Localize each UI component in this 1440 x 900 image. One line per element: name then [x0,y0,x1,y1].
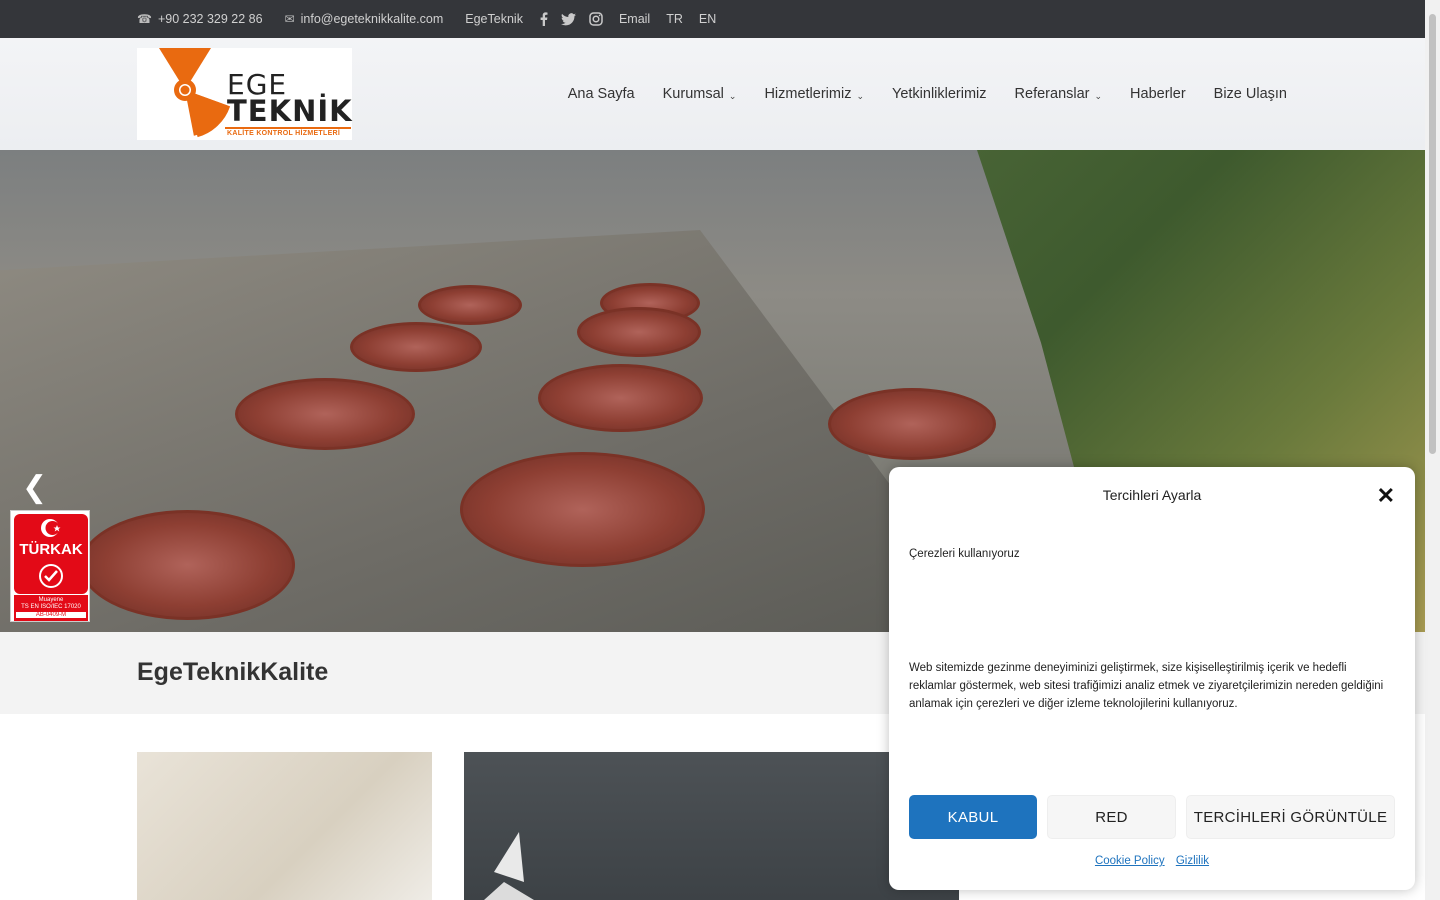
nav-bize-ulasin[interactable]: Bize Ulaşın [1214,86,1287,102]
hero-tank [538,364,703,432]
radiation-logo-icon [159,48,231,138]
crescent-star-icon [41,519,61,537]
cookie-policy-link[interactable]: Cookie Policy [1095,855,1165,867]
phone-icon: ☎ [137,12,152,26]
hero-tank [460,452,705,567]
nav-yetkinliklerimiz[interactable]: Yetkinliklerimiz [892,86,987,102]
scrollbar-thumb[interactable] [1429,14,1436,454]
turkak-code: AB-0409-M [16,612,86,618]
company-wall-logo-image [464,752,959,900]
nav-hizmetlerimiz[interactable]: Hizmetlerimiz ⌄ [764,86,864,102]
email-link[interactable]: Email [619,12,650,26]
wall-logo-icon [484,832,534,900]
nav-label: Kurumsal [662,86,724,102]
nav-label: Yetkinliklerimiz [891,86,987,102]
nav-kurumsal[interactable]: Kurumsal ⌄ [663,86,737,102]
email-contact[interactable]: ✉ info@egeteknikkalite.com [285,12,444,26]
hero-tank [828,388,996,460]
privacy-link[interactable]: Gizlilik [1176,855,1209,867]
chevron-down-icon: ⌄ [1094,90,1103,101]
nav-haberler[interactable]: Haberler [1130,86,1186,102]
office-interior-image [137,752,432,900]
turkak-accreditation-badge[interactable]: TÜRKAK Muayene TS EN ISO/IEC 17020 AB-04… [10,510,90,622]
chevron-left-icon[interactable]: ❮ [22,470,47,505]
logo-divider [225,127,351,129]
language-en[interactable]: EN [699,12,716,26]
hero-tank [80,510,295,620]
top-bar: ☎ +90 232 329 22 86 ✉ info@egeteknikkali… [0,0,1425,38]
turkak-line2: TS EN ISO/IEC 17020 [21,604,81,610]
nav-label: Hizmetlerimiz [764,86,852,102]
nav-label: Ana Sayfa [567,86,635,102]
view-preferences-button[interactable]: TERCİHLERİ GÖRÜNTÜLE [1186,795,1395,839]
logo-tagline: KALİTE KONTROL HİZMETLERİ [227,130,341,137]
page-title: EgeTeknikKalite [137,658,329,686]
cookie-dialog-title: Tercihleri Ayarla [1102,487,1202,503]
chevron-down-icon: ⌄ [856,90,864,101]
hero-tank [235,378,415,450]
site-header: EGE TEKNİK KALİTE KONTROL HİZMETLERİ Ana… [0,38,1425,150]
cookie-links: Cookie Policy Gizlilik [889,855,1415,867]
deny-button[interactable]: RED [1047,795,1176,839]
accept-button[interactable]: KABUL [909,795,1037,839]
main-nav: Ana Sayfa Kurumsal ⌄ Hizmetlerimiz ⌄ Yetki… [540,38,1287,150]
nav-label: Bize Ulaşın [1213,86,1287,102]
language-tr[interactable]: TR [666,12,683,26]
facebook-icon[interactable] [539,12,548,26]
cookie-subtitle: Çerezleri kullanıyoruz [909,548,1020,560]
brand-link[interactable]: EgeTeknik [465,12,523,26]
hero-tank [350,322,482,372]
nav-referanslar[interactable]: Referanslar ⌄ [1015,86,1103,102]
instagram-icon[interactable] [589,12,603,26]
nav-label: Referanslar [1014,86,1090,102]
envelope-icon: ✉ [284,12,295,26]
nav-label: Haberler [1130,86,1186,102]
twitter-icon[interactable] [560,12,576,26]
turkak-name: TÜRKAK [19,541,83,558]
logo-text-teknik: TEKNİK [227,94,353,128]
cookie-consent-dialog: Tercihleri Ayarla ✕ Çerezleri kullanıyor… [889,467,1415,890]
page-scrollbar[interactable] [1425,0,1440,900]
hero-tank [418,285,522,325]
chevron-down-icon: ⌄ [728,90,737,101]
nav-ana-sayfa[interactable]: Ana Sayfa [568,86,635,102]
phone-contact[interactable]: ☎ +90 232 329 22 86 [137,12,263,26]
email-address: info@egeteknikkalite.com [300,12,444,26]
phone-number: +90 232 329 22 86 [157,12,263,26]
cookie-description: Web sitemizde gezinme deneyiminizi geliş… [909,662,1384,710]
close-icon[interactable]: ✕ [1377,483,1395,509]
checkmark-icon [39,564,63,588]
site-logo[interactable]: EGE TEKNİK KALİTE KONTROL HİZMETLERİ [137,48,352,140]
hero-tank [577,307,701,357]
turkak-line1: Muayene [38,597,64,603]
